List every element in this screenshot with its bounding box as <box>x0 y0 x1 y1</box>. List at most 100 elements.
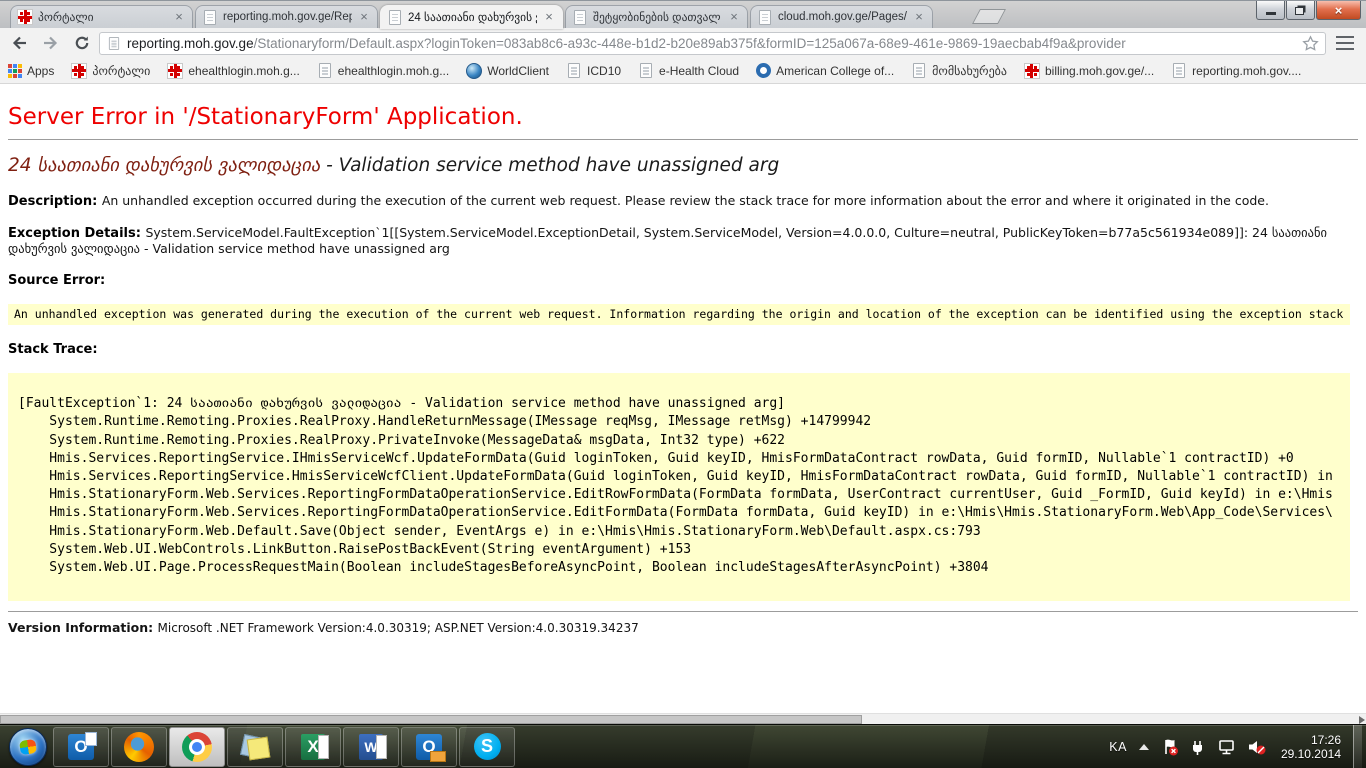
stack-trace-text: [FaultException`1: 24 საათიანი დახურვის … <box>18 377 1346 577</box>
window-controls <box>1255 1 1361 20</box>
language-indicator[interactable]: KA <box>1109 740 1127 754</box>
globe-icon <box>466 63 482 79</box>
show-hidden-icons-arrow[interactable] <box>1139 744 1149 750</box>
reload-icon <box>74 35 90 51</box>
desktop-screen: პორტალი reporting.moh.gov.ge/Rep 24 საათ… <box>0 0 1366 768</box>
divider <box>8 139 1358 140</box>
tab-strip: პორტალი reporting.moh.gov.ge/Rep 24 საათ… <box>0 1 1366 29</box>
chrome-menu-button[interactable] <box>1330 31 1360 56</box>
page-icon <box>204 10 216 25</box>
tab-close-icon[interactable] <box>357 10 371 24</box>
acp-ring-icon <box>756 63 771 78</box>
bookmark-item[interactable]: Apps <box>8 63 54 78</box>
bookmark-label: Apps <box>27 64 54 78</box>
bookmark-item[interactable]: WorldClient <box>466 63 549 79</box>
bookmark-item[interactable]: American College of... <box>756 63 894 78</box>
clock[interactable]: 17:26 29.10.2014 <box>1281 733 1341 761</box>
horizontal-scrollbar[interactable] <box>0 713 1366 724</box>
exception-details-label: Exception Details: <box>8 226 145 241</box>
action-center-flag-icon[interactable] <box>1161 738 1179 756</box>
back-icon <box>11 35 28 51</box>
page-icon <box>319 63 331 78</box>
scrollbar-thumb[interactable] <box>0 715 862 724</box>
chrome-icon <box>182 732 212 762</box>
scrollbar-right-arrow-icon[interactable] <box>1359 716 1365 724</box>
close-button[interactable] <box>1316 1 1361 20</box>
page-icon <box>1173 63 1185 78</box>
bookmark-item[interactable]: პორტალი <box>71 63 150 79</box>
page-icon <box>640 63 652 78</box>
exception-details-line: Exception Details: System.ServiceModel.F… <box>8 225 1358 256</box>
divider <box>8 611 1358 612</box>
forward-icon <box>42 35 59 51</box>
system-tray: KA 17:26 <box>1109 733 1345 761</box>
bookmark-label: ehealthlogin.moh.g... <box>338 64 449 78</box>
back-button[interactable] <box>6 31 33 56</box>
description-text: An unhandled exception occurred during t… <box>102 193 1269 208</box>
bookmark-item[interactable]: reporting.moh.gov.... <box>1171 63 1301 78</box>
tab-title: 24 საათიანი დახურვის ვ <box>408 10 537 24</box>
volume-muted-icon[interactable] <box>1247 738 1267 756</box>
excel-icon <box>298 732 328 762</box>
page-icon <box>568 63 580 78</box>
tab-close-icon[interactable] <box>542 10 556 24</box>
page-icon <box>109 37 119 50</box>
clock-date: 29.10.2014 <box>1281 747 1341 761</box>
bookmark-item[interactable]: ehealthlogin.moh.g... <box>167 63 299 79</box>
show-desktop-button[interactable] <box>1353 725 1362 768</box>
bookmark-label: e-Health Cloud <box>659 64 739 78</box>
exception-details-text: System.ServiceModel.FaultException`1[[Sy… <box>8 225 1327 256</box>
bookmark-label: პორტალი <box>92 64 150 78</box>
tab-title: reporting.moh.gov.ge/Rep <box>223 11 352 23</box>
georgian-flag-icon <box>167 63 183 79</box>
version-info-text: Microsoft .NET Framework Version:4.0.303… <box>158 621 639 635</box>
bookmarks-bar: Apps პორტალი ehealthlogin.moh.g... eheal… <box>0 58 1366 84</box>
page-icon <box>913 63 925 78</box>
georgian-flag-icon <box>1024 63 1040 79</box>
windows-flag-icon <box>19 738 37 754</box>
bookmark-item[interactable]: e-Health Cloud <box>638 63 739 78</box>
bookmark-star-icon[interactable] <box>1302 35 1319 52</box>
error-subtitle-georgian: 24 საათიანი დახურვის ვალიდაცია <box>8 155 320 176</box>
description-line: Description: An unhandled exception occu… <box>8 193 1358 209</box>
firefox-icon <box>124 732 154 762</box>
source-error-label: Source Error: <box>8 272 1358 288</box>
reload-button[interactable] <box>68 31 95 56</box>
bookmark-item[interactable]: ehealthlogin.moh.g... <box>317 63 449 78</box>
tab-close-icon[interactable] <box>912 10 926 24</box>
tab-close-icon[interactable] <box>727 10 741 24</box>
bookmark-label: reporting.moh.gov.... <box>1192 64 1301 78</box>
minimize-button[interactable] <box>1256 1 1285 20</box>
bookmark-item[interactable]: ICD10 <box>566 63 621 78</box>
tab-close-icon[interactable] <box>172 10 186 24</box>
sticky-notes-icon <box>240 732 270 762</box>
network-icon[interactable] <box>1217 738 1237 756</box>
skype-icon <box>472 732 502 762</box>
bookmark-label: მომსახურება <box>932 64 1007 78</box>
forward-button[interactable] <box>37 31 64 56</box>
word-icon <box>356 732 386 762</box>
tab-title: პორტალი <box>38 10 167 24</box>
bookmark-label: ICD10 <box>587 64 621 78</box>
page-icon <box>389 10 401 25</box>
hamburger-menu-icon <box>1336 36 1354 39</box>
page-icon <box>574 10 586 25</box>
url-path: /Stationaryform/Default.aspx?loginToken=… <box>254 36 1126 51</box>
bookmark-item[interactable]: billing.moh.gov.ge/... <box>1024 63 1154 79</box>
error-subtitle: 24 საათიანი დახურვის ვალიდაცია - Validat… <box>8 154 1358 177</box>
outlook-mail-icon <box>414 732 444 762</box>
bookmark-label: billing.moh.gov.ge/... <box>1045 64 1154 78</box>
georgian-flag-icon <box>71 63 87 79</box>
error-subtitle-english: - Validation service method have unassig… <box>320 155 779 176</box>
start-button[interactable] <box>9 728 47 766</box>
source-error-text: An unhandled exception was generated dur… <box>14 307 1350 321</box>
tab-title: cloud.moh.gov.ge/Pages/ <box>778 11 907 23</box>
taskbar-buttons <box>52 727 516 767</box>
georgian-flag-icon <box>17 9 33 25</box>
tab-title: შეტყობინების დათვალ <box>593 10 722 24</box>
bookmark-item[interactable]: მომსახურება <box>911 63 1007 78</box>
restore-button[interactable] <box>1286 1 1315 20</box>
address-bar[interactable]: reporting.moh.gov.ge/Stationaryform/Defa… <box>99 32 1326 55</box>
taskbar: KA 17:26 <box>0 724 1366 768</box>
power-plug-icon[interactable] <box>1189 738 1207 756</box>
